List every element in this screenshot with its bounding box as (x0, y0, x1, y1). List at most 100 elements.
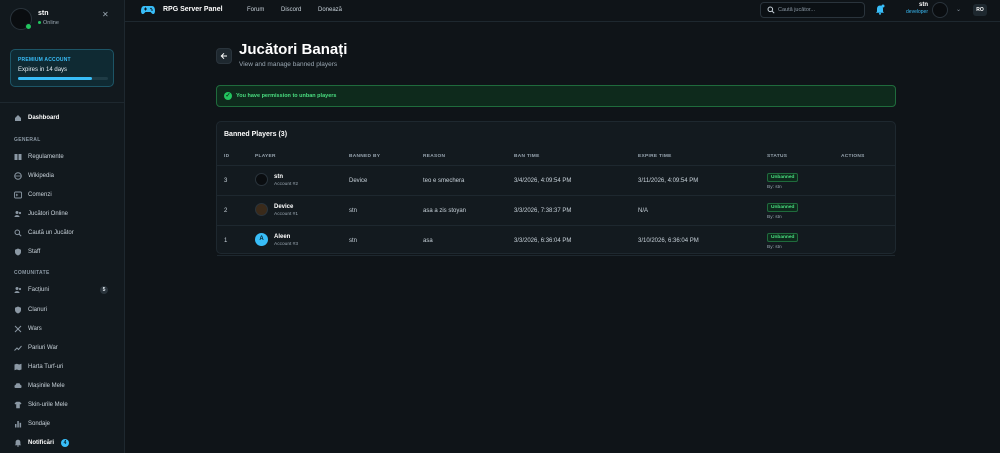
online-dot-icon (38, 21, 41, 25)
column-header-banned-by: BANNED BY (349, 154, 381, 159)
top-user-info[interactable]: stn developer (900, 2, 928, 15)
cell-reason: asa a zis stoyan (423, 208, 467, 214)
globe-icon (14, 172, 22, 180)
player-avatar (255, 203, 268, 216)
gamepad-icon[interactable] (141, 4, 155, 16)
column-header-status: STATUS (767, 154, 788, 159)
terminal-icon (14, 191, 22, 199)
page-title: Jucători Banați (239, 41, 348, 58)
search-icon (767, 6, 775, 16)
sidebar-item-notificari[interactable]: Notificări 4 (14, 437, 114, 449)
section-heading-comunitate: COMUNITATE (14, 270, 50, 276)
language-button[interactable]: RO (973, 4, 987, 16)
sidebar-item-masinile-mele[interactable]: Mașinile Mele (14, 380, 114, 392)
bar-chart-icon (14, 420, 22, 428)
top-user-name: stn (919, 2, 928, 8)
sidebar-item-cauta-jucator[interactable]: Caută un Jucător (14, 227, 114, 239)
status-badge: Unbanned (767, 233, 799, 242)
shield-icon (14, 248, 22, 256)
player-account: Account #1 (274, 212, 299, 217)
card-title: Banned Players (3) (224, 131, 288, 138)
sidebar-item-staff[interactable]: Staff (14, 246, 114, 258)
column-header-reason: REASON (423, 154, 446, 159)
premium-progress-fill (18, 77, 92, 80)
check-circle-icon: ✓ (224, 92, 232, 100)
page-subtitle: View and manage banned players (239, 61, 338, 68)
nav-link-forum[interactable]: Forum (247, 7, 264, 13)
search-icon (14, 229, 22, 237)
column-header-player: PLAYER (255, 154, 276, 159)
status-badge: Unbanned (767, 173, 799, 182)
player-account: Account #3 (274, 242, 299, 247)
player-name[interactable]: stn (274, 174, 283, 180)
cell-id: 2 (224, 208, 228, 214)
cell-banned-by: Device (349, 178, 368, 184)
status-badge: Unbanned (767, 203, 799, 212)
sidebar-item-wikipedia[interactable]: Wikipedia (14, 170, 114, 182)
search-input[interactable]: Caută jucător... (760, 2, 865, 18)
sidebar-item-regulamente[interactable]: Regulamente (14, 151, 114, 163)
shirt-icon (14, 401, 22, 409)
factions-count-badge: 5 (100, 286, 108, 294)
back-button[interactable] (216, 48, 232, 64)
premium-progress (18, 77, 108, 80)
search-placeholder: Caută jucător... (778, 7, 815, 13)
cell-reason: teo e smechera (423, 178, 465, 184)
table-row[interactable]: 3 stn Account #2 Device teo e smechera 3… (217, 166, 895, 196)
users-icon (14, 210, 22, 218)
player-avatar (255, 173, 268, 186)
sidebar-item-jucatori-online[interactable]: Jucători Online (14, 208, 114, 220)
cell-expire-time: 3/11/2026, 4:09:54 PM (638, 178, 699, 184)
table-row[interactable]: 2 Device Account #1 stn asa a zis stoyan… (217, 196, 895, 226)
swords-icon (14, 325, 22, 333)
sidebar-item-wars[interactable]: Wars (14, 323, 114, 335)
arrow-left-icon (220, 52, 227, 60)
online-indicator (25, 23, 32, 30)
status-by: By: stn (767, 215, 782, 220)
avatar[interactable] (932, 2, 948, 18)
chevron-down-icon[interactable]: ⌄ (956, 6, 961, 13)
sidebar-item-sondaje[interactable]: Sondaje (14, 418, 114, 430)
cell-expire-time: 3/10/2026, 6:36:04 PM (638, 238, 699, 244)
status-by: By: stn (767, 245, 782, 250)
cell-banned-by: stn (349, 238, 358, 244)
cell-id: 3 (224, 178, 228, 184)
premium-label: PREMIUM ACCOUNT (18, 57, 71, 63)
sidebar-item-dashboard[interactable]: Dashboard (14, 112, 114, 124)
cell-ban-time: 3/4/2026, 4:09:54 PM (514, 178, 572, 184)
sidebar-item-pariuri-war[interactable]: Pariuri War (14, 342, 114, 354)
cell-ban-time: 3/3/2026, 7:38:37 PM (514, 208, 572, 214)
trend-icon (14, 344, 22, 352)
banned-players-card: Banned Players (3) ID PLAYER BANNED BY R… (216, 121, 896, 256)
nav-link-discord[interactable]: Discord (281, 7, 301, 13)
sidebar-item-factiuni[interactable]: Facțiuni 5 (14, 284, 114, 296)
cell-reason: asa (423, 238, 433, 244)
table-row[interactable]: 1 A Aleen Account #3 stn asa 3/3/2026, 6… (217, 226, 895, 256)
player-name[interactable]: Aleen (274, 234, 290, 240)
cell-ban-time: 3/3/2026, 6:36:04 PM (514, 238, 572, 244)
column-header-expire-time: EXPIRE TIME (638, 154, 672, 159)
sidebar-user-name: stn (38, 10, 49, 17)
cell-id: 1 (224, 238, 228, 244)
status-by: By: stn (767, 185, 782, 190)
player-account: Account #2 (274, 182, 299, 187)
car-icon (14, 382, 22, 390)
cell-expire-time: N/A (638, 208, 649, 214)
column-header-id: ID (224, 154, 230, 159)
sidebar-item-comenzi[interactable]: Comenzi (14, 189, 114, 201)
sidebar-item-label: Dashboard (28, 115, 60, 121)
permission-alert: ✓ You have permission to unban players (216, 85, 896, 107)
sidebar-item-harta-turf[interactable]: Harta Turf-uri (14, 361, 114, 373)
cell-banned-by: stn (349, 208, 358, 214)
nav-link-doneaza[interactable]: Donează (318, 7, 342, 13)
column-header-ban-time: BAN TIME (514, 154, 540, 159)
brand-title[interactable]: RPG Server Panel (163, 6, 223, 13)
shield-icon (14, 306, 22, 314)
notifications-count-badge: 4 (61, 439, 69, 447)
sidebar-item-skin-uri[interactable]: Skin-urile Mele (14, 399, 114, 411)
player-name[interactable]: Device (274, 204, 293, 210)
bell-icon[interactable] (875, 4, 885, 18)
sidebar-user[interactable]: stn Online (10, 8, 115, 30)
close-icon[interactable]: ✕ (102, 10, 109, 19)
sidebar-item-clanuri[interactable]: Clanuri (14, 304, 114, 316)
